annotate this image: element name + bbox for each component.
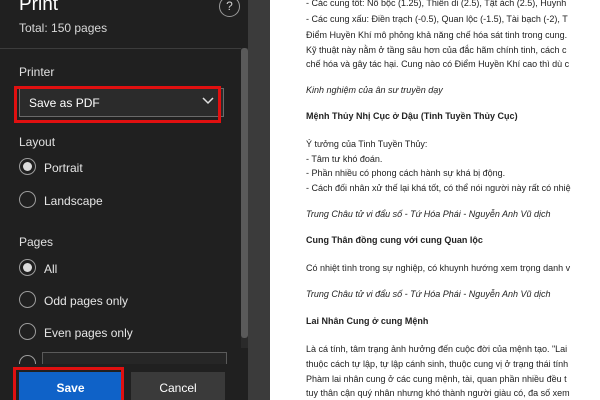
header-divider: [0, 48, 248, 49]
dialog-title: Print: [19, 0, 59, 15]
doc-line: - Các cung tốt: Nô bộc (1.25), Thiên di …: [306, 0, 567, 8]
doc-heading: Cung Thân đồng cung với cung Quan lộc: [306, 235, 483, 245]
doc-line: Phàm lai nhân cung ở các cung mệnh, tài,…: [306, 374, 567, 384]
doc-line: Ý tưởng của Tinh Tuyền Thủy:: [306, 139, 428, 149]
total-pages-label: Total: 150 pages: [19, 21, 108, 35]
print-settings-panel: Print Total: 150 pages ? Printer Save as…: [0, 0, 248, 400]
printer-section-label: Printer: [19, 65, 55, 79]
printer-dropdown-value: Save as PDF: [29, 96, 100, 110]
doc-line: - Tâm tư khó đoán.: [306, 154, 383, 164]
doc-line: Kỹ thuật này nằm ở tầng sâu hơn của đắc …: [306, 45, 567, 55]
doc-line: Là cá tính, tâm trạng ảnh hưởng đến cuộc…: [306, 344, 568, 354]
all-pages-radio[interactable]: [19, 259, 36, 276]
all-pages-label[interactable]: All: [44, 262, 57, 276]
doc-line: tuy thân cận quý nhân nhưng khó thành ng…: [306, 388, 570, 398]
doc-line: Trung Châu tử vi đẩu số - Tứ Hóa Phái - …: [306, 209, 551, 219]
document-preview[interactable]: - Các cung tốt: Nô bộc (1.25), Thiên di …: [270, 0, 600, 400]
doc-line: - Các cung xấu: Điền trạch (-0.5), Quan …: [306, 14, 568, 24]
landscape-radio[interactable]: [19, 191, 36, 208]
doc-heading: Mệnh Thủy Nhị Cục ở Dậu (Tinh Tuyền Thủy…: [306, 111, 518, 121]
portrait-radio[interactable]: [19, 158, 36, 175]
cancel-button[interactable]: Cancel: [131, 372, 225, 400]
doc-line: - Phần nhiều có phong cách hành sự khá b…: [306, 168, 506, 178]
doc-line: - Cách đối nhân xử thế lại khá tốt, có t…: [306, 183, 571, 193]
even-pages-label[interactable]: Even pages only: [44, 326, 133, 340]
even-pages-radio[interactable]: [19, 323, 36, 340]
doc-line: Trung Châu tử vi đẩu số - Tứ Hóa Phái - …: [306, 289, 551, 299]
portrait-label[interactable]: Portrait: [44, 161, 83, 175]
doc-heading: Lai Nhân Cung ở cung Mệnh: [306, 316, 429, 326]
odd-pages-radio[interactable]: [19, 291, 36, 308]
panel-scrollbar-thumb[interactable]: [241, 48, 248, 338]
pages-section-label: Pages: [19, 235, 54, 249]
help-icon[interactable]: ?: [219, 0, 240, 17]
doc-line: chế hóa và gây tác hại. Cung nào có Điểm…: [306, 59, 570, 69]
doc-line: Điểm Huyền Khí mô phỏng khả năng chế hóa…: [306, 30, 568, 40]
odd-pages-label[interactable]: Odd pages only: [44, 294, 128, 308]
landscape-label[interactable]: Landscape: [44, 194, 103, 208]
doc-line: Kinh nghiệm của ân sư truyền dạy: [306, 85, 443, 95]
doc-line: Có nhiệt tình trong sự nghiệp, có khuynh…: [306, 263, 571, 273]
printer-dropdown[interactable]: Save as PDF: [19, 88, 224, 117]
save-button[interactable]: Save: [19, 372, 122, 400]
doc-line: thuộc cách tự lập, tự lập cánh sinh, thu…: [306, 359, 569, 369]
layout-section-label: Layout: [19, 135, 56, 149]
chevron-down-icon: [202, 97, 214, 105]
